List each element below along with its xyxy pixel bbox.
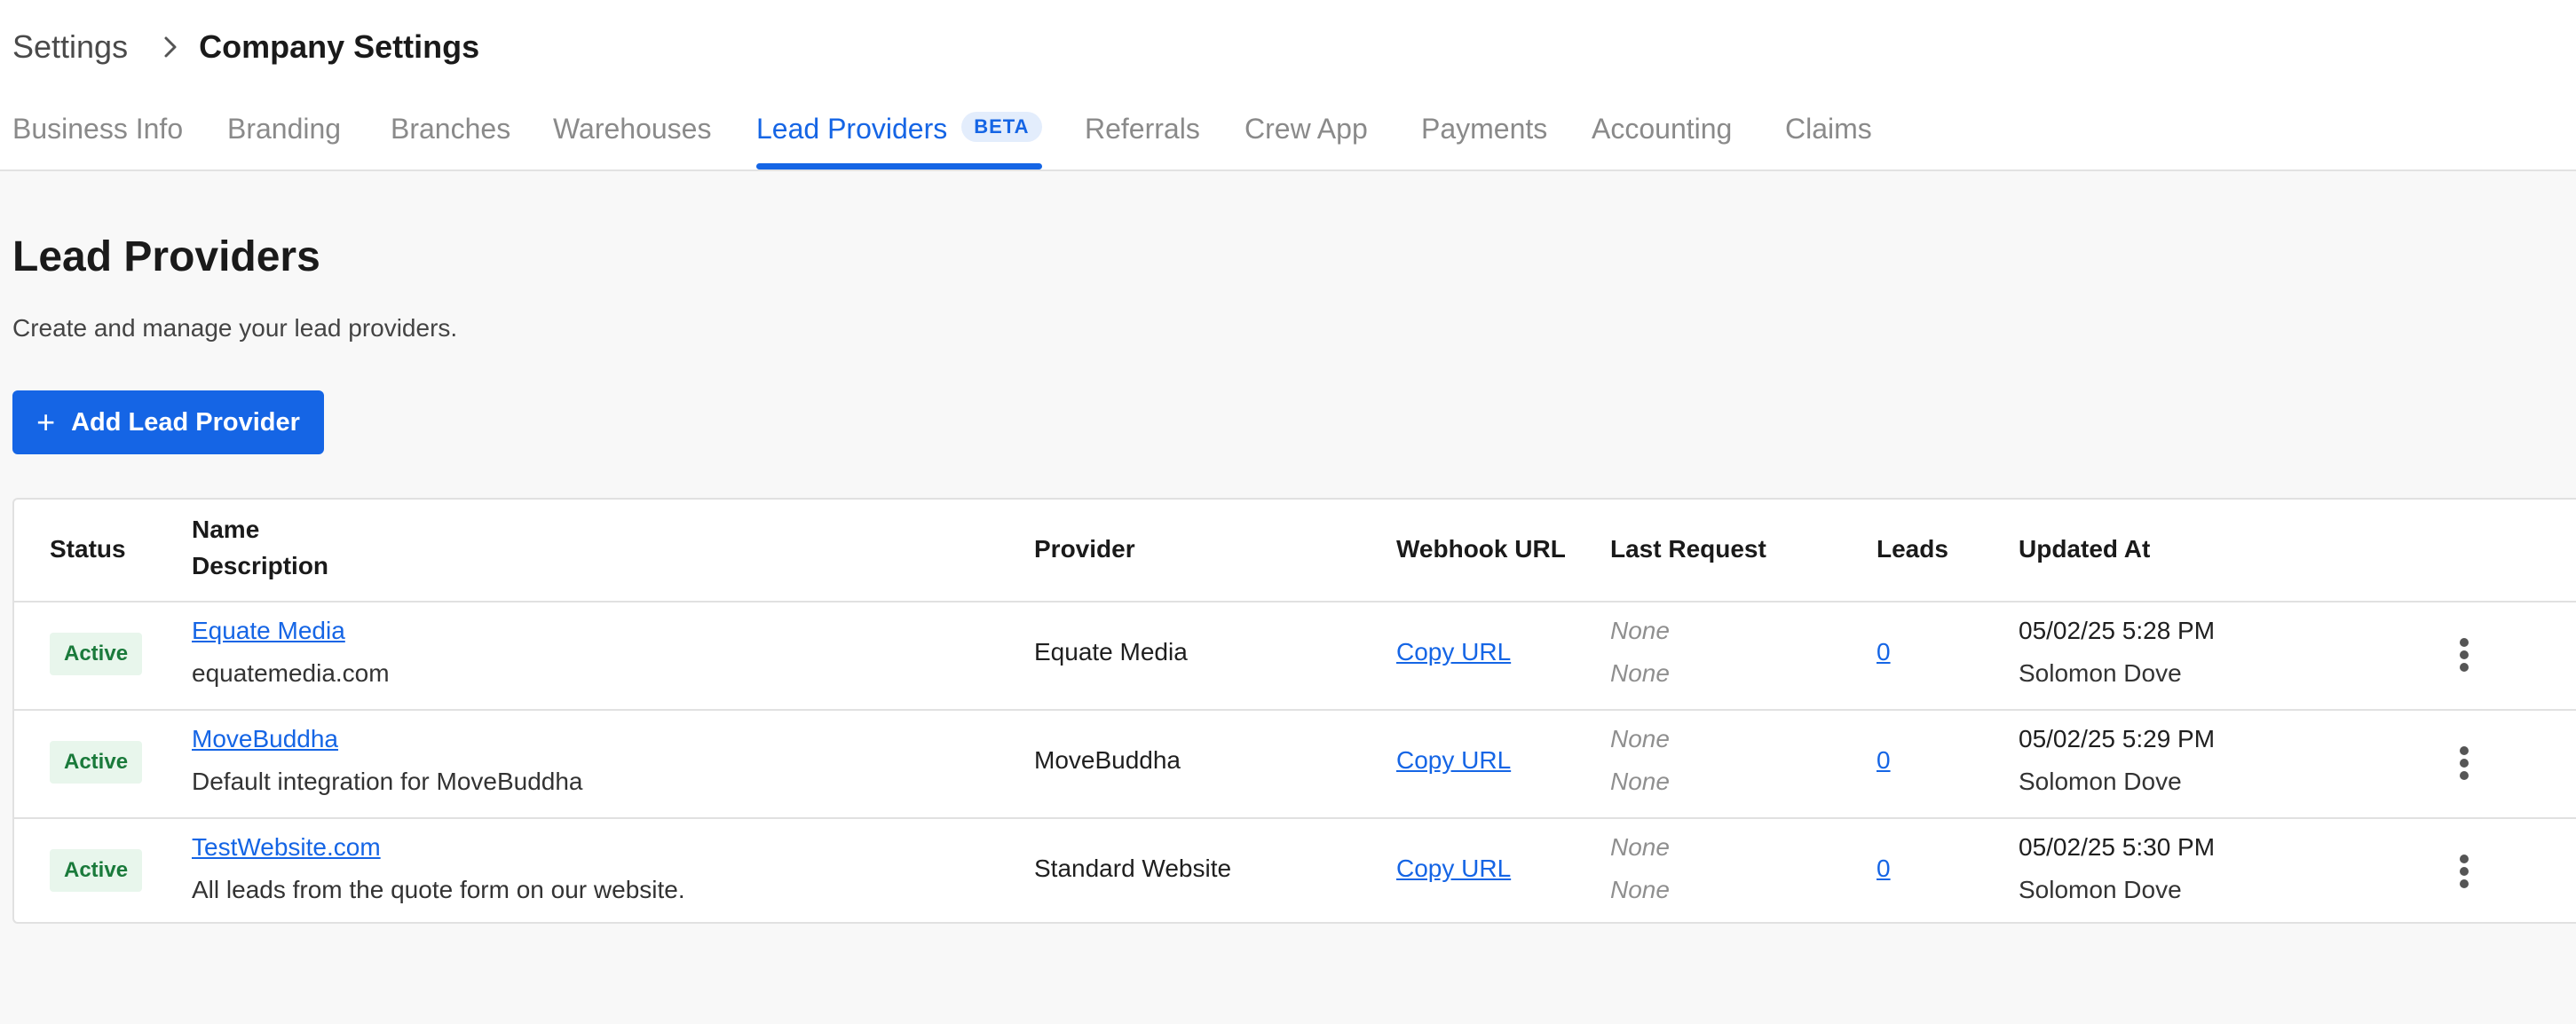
- more-vertical-icon[interactable]: [2446, 634, 2482, 675]
- header-name: Name: [192, 516, 260, 543]
- breadcrumb-settings-link[interactable]: Settings: [12, 28, 128, 66]
- updated-at-time: 05/02/25 5:30 PM: [2019, 833, 2216, 861]
- leads-count-link[interactable]: 0: [1877, 638, 1891, 666]
- last-request-value: None: [1610, 659, 1670, 687]
- add-lead-provider-button[interactable]: + Add Lead Provider: [12, 390, 324, 454]
- status-badge: Active: [50, 633, 143, 675]
- provider-type: Equate Media: [1034, 638, 1188, 666]
- tab-accounting[interactable]: Accounting: [1592, 106, 1732, 169]
- last-request-value: None: [1610, 833, 1670, 861]
- tab-claims[interactable]: Claims: [1785, 106, 1872, 169]
- lead-providers-table: Status Name Description Provider Webhook…: [12, 498, 2576, 924]
- updated-by-user: Solomon Dove: [2019, 768, 2182, 795]
- tab-label: Crew App: [1245, 113, 1368, 145]
- breadcrumb: Settings Company Settings: [12, 25, 479, 69]
- tab-label: Warehouses: [553, 113, 712, 145]
- tab-crew-app[interactable]: Crew App: [1245, 106, 1368, 169]
- updated-at-time: 05/02/25 5:28 PM: [2019, 617, 2216, 644]
- chevron-right-icon: [163, 35, 178, 59]
- add-lead-provider-label: Add Lead Provider: [71, 407, 300, 437]
- page-subtitle: Create and manage your lead providers.: [12, 314, 458, 342]
- more-vertical-icon[interactable]: [2446, 851, 2482, 892]
- provider-type: Standard Website: [1034, 855, 1232, 882]
- provider-name-link[interactable]: Equate Media: [192, 617, 345, 645]
- header-provider: Provider: [1034, 535, 1135, 563]
- leads-count-link[interactable]: 0: [1877, 855, 1891, 883]
- breadcrumb-current: Company Settings: [199, 28, 480, 65]
- tab-business-info[interactable]: Business Info: [12, 106, 183, 169]
- tab-label: Accounting: [1592, 113, 1733, 145]
- leads-count-link[interactable]: 0: [1877, 746, 1891, 775]
- tab-warehouses[interactable]: Warehouses: [553, 106, 711, 169]
- table-row: Active Equate Media equatemedia.com Equa…: [14, 601, 2576, 711]
- tab-label: Business Info: [12, 113, 184, 145]
- tab-payments[interactable]: Payments: [1421, 106, 1547, 169]
- last-request-value: None: [1610, 617, 1670, 644]
- more-vertical-icon[interactable]: [2446, 743, 2482, 784]
- beta-badge: BETA: [961, 112, 1042, 142]
- plus-icon: +: [36, 404, 56, 440]
- tab-label: Payments: [1421, 113, 1548, 145]
- table-header: Status Name Description Provider Webhook…: [14, 500, 2576, 603]
- copy-url-link[interactable]: Copy URL: [1396, 638, 1511, 666]
- provider-name-link[interactable]: TestWebsite.com: [192, 833, 381, 862]
- header-webhook-url: Webhook URL: [1396, 535, 1566, 563]
- page-title: Lead Providers: [12, 233, 320, 280]
- updated-by-user: Solomon Dove: [2019, 876, 2182, 903]
- tab-label: Claims: [1785, 113, 1872, 145]
- provider-type: MoveBuddha: [1034, 746, 1181, 774]
- header-last-request: Last Request: [1610, 535, 1766, 563]
- tab-label: Branches: [391, 113, 511, 145]
- tab-branches[interactable]: Branches: [391, 106, 510, 169]
- table-row: Active TestWebsite.com All leads from th…: [14, 817, 2576, 926]
- provider-description: Default integration for MoveBuddha: [192, 768, 583, 795]
- copy-url-link[interactable]: Copy URL: [1396, 855, 1511, 883]
- updated-at-time: 05/02/25 5:29 PM: [2019, 725, 2216, 752]
- status-badge: Active: [50, 849, 143, 892]
- tab-referrals[interactable]: Referrals: [1085, 106, 1200, 169]
- last-request-value: None: [1610, 876, 1670, 903]
- table-row: Active MoveBuddha Default integration fo…: [14, 709, 2576, 819]
- header-leads: Leads: [1877, 535, 1948, 563]
- header-status: Status: [50, 535, 126, 563]
- copy-url-link[interactable]: Copy URL: [1396, 746, 1511, 775]
- tab-label: Referrals: [1085, 113, 1200, 145]
- header-updated-at: Updated At: [2019, 535, 2151, 563]
- tab-label: Lead Providers: [756, 113, 948, 145]
- tab-label: Branding: [227, 113, 342, 145]
- provider-name-link[interactable]: MoveBuddha: [192, 725, 338, 753]
- last-request-value: None: [1610, 768, 1670, 795]
- status-badge: Active: [50, 741, 143, 784]
- header-description: Description: [192, 552, 329, 579]
- top-header: Settings Company Settings Business Info …: [0, 0, 2576, 171]
- last-request-value: None: [1610, 725, 1670, 752]
- tab-lead-providers[interactable]: Lead Providers BETA: [756, 106, 1042, 169]
- updated-by-user: Solomon Dove: [2019, 659, 2182, 687]
- provider-description: All leads from the quote form on our web…: [192, 876, 685, 903]
- tab-branding[interactable]: Branding: [227, 106, 341, 169]
- provider-description: equatemedia.com: [192, 659, 390, 687]
